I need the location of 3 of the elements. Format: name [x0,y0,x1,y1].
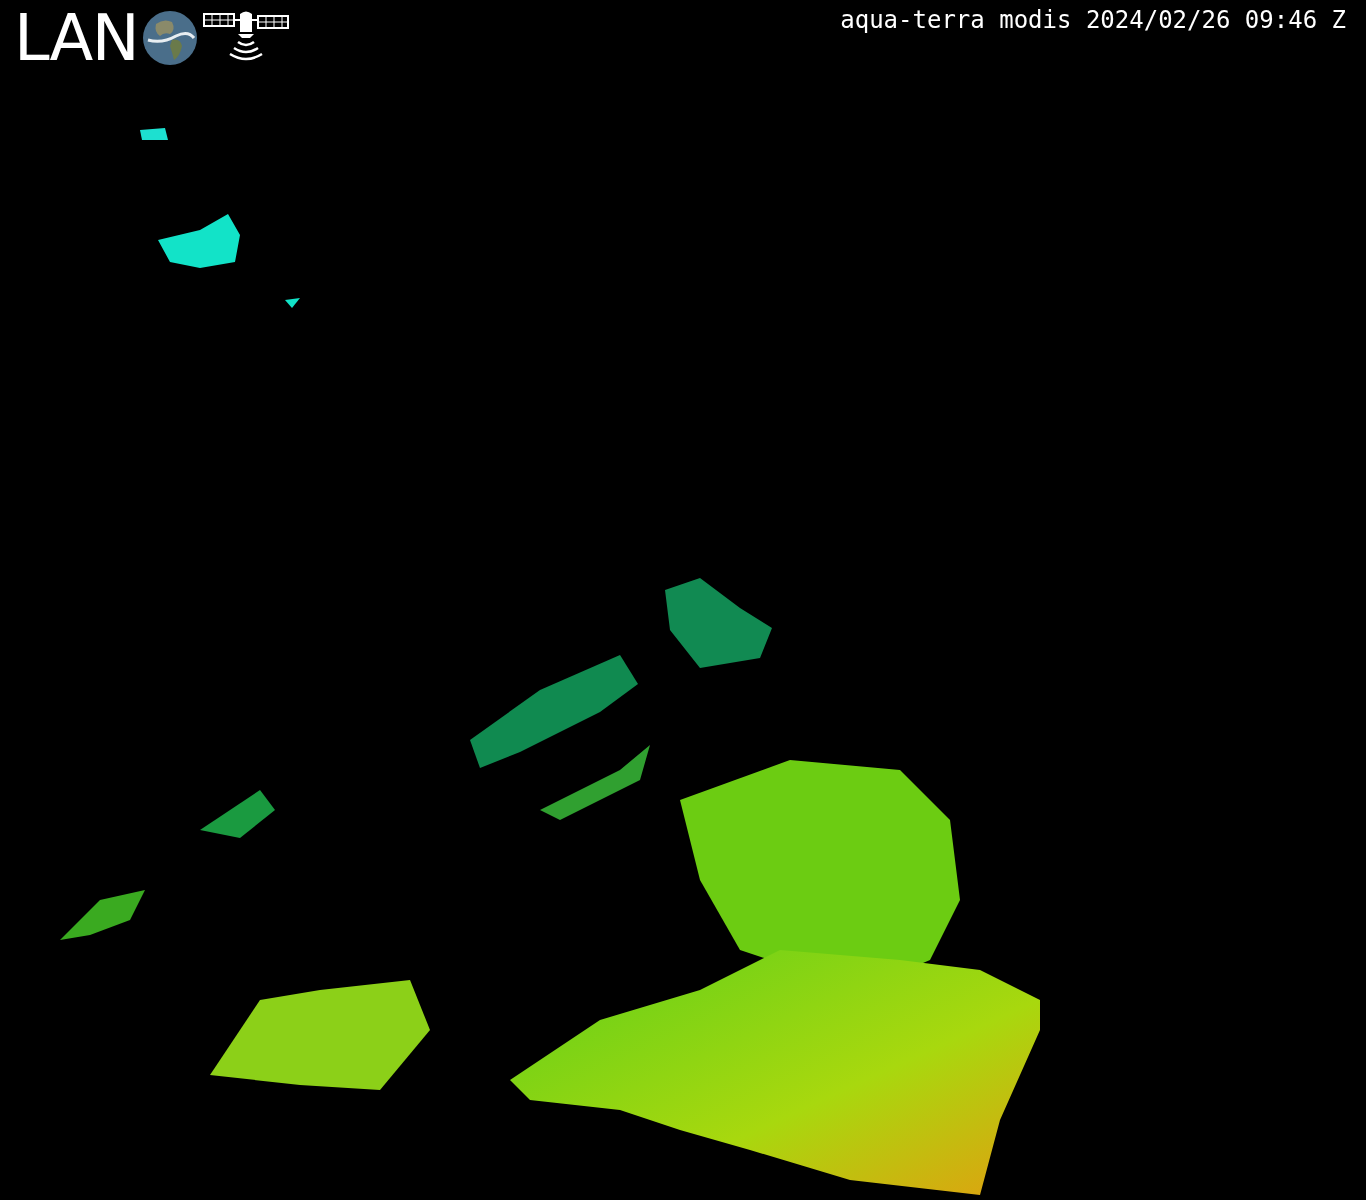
logo-text: LAN [14,6,138,70]
timestamp-caption: aqua-terra modis 2024/02/26 09:46 Z [840,5,1347,32]
globe-icon [142,10,198,66]
